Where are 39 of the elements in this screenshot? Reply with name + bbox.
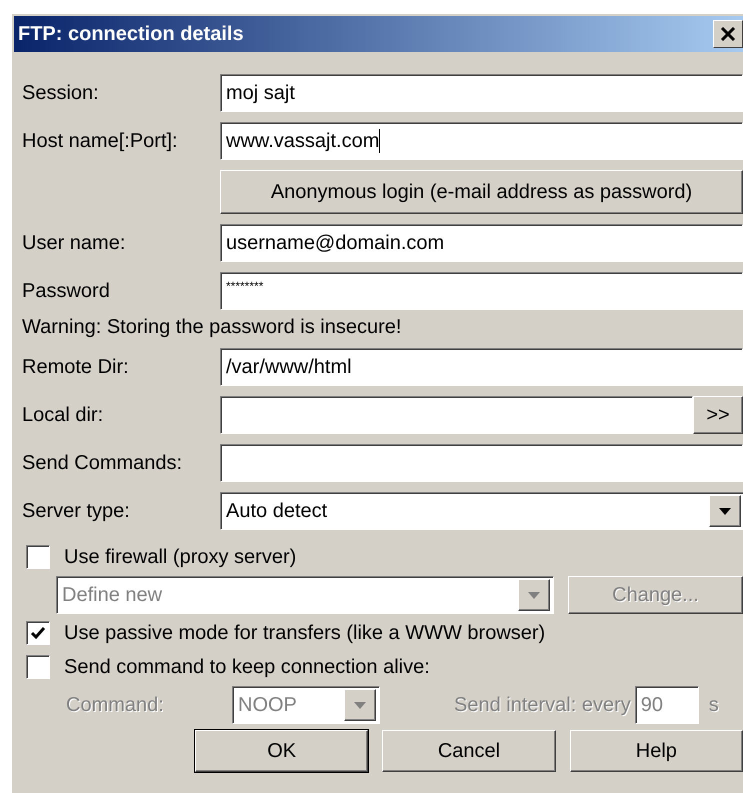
field-label: Remote Dir: [22,356,130,378]
checkbox-label: Use passive mode for transfers (like a WWW browser) [64,622,546,644]
input-field[interactable]: /var/www/html [220,348,743,386]
checkmark-icon [31,627,45,639]
dropdown-arrow-icon [354,702,366,708]
window-title: FTP: connection details [18,22,244,46]
anonymous-login-button[interactable]: Anonymous login (e-mail address as password) [220,170,743,214]
interval-label: Send interval: every [454,694,631,716]
input-field[interactable] [220,396,693,434]
field-label: Server type: [22,500,131,522]
close-button[interactable] [713,20,743,48]
dropdown-button[interactable] [518,579,550,611]
command-label: Command: [66,694,165,716]
dropdown-button[interactable] [709,495,741,527]
field-label: Send Commands: [22,452,184,474]
input-field[interactable] [220,444,743,482]
unit-label: s [708,694,719,716]
password-field[interactable]: ******** [220,272,743,310]
field-label: Local dir: [22,404,104,426]
checkbox-label: Use firewall (proxy server) [64,546,296,568]
dropdown-arrow-icon [719,508,731,514]
field-label: Session: [22,82,100,104]
field-label: Password [22,280,111,302]
server-type-dropdown[interactable]: Auto detect [220,492,743,530]
warning-text: Warning: Storing the password is insecure! [22,316,402,338]
close-icon [720,27,736,41]
input-field[interactable]: moj sajt [220,74,743,112]
field-label: Host name[:Port]: [22,130,179,152]
input-field[interactable]: username@domain.com [220,224,743,262]
checkbox[interactable] [26,621,50,645]
dialog-button[interactable]: OK [195,730,368,772]
browse-button[interactable]: >> [693,396,743,434]
checkbox-label: Send command to keep connection alive: [64,656,430,678]
dialog-button[interactable]: Help [570,730,743,772]
dropdown-arrow-icon [528,592,540,598]
dropdown-button[interactable] [344,689,376,721]
field-label: User name: [22,232,126,254]
dialog-button[interactable]: Cancel [382,730,556,772]
input-field[interactable]: www.vassajt.com [220,122,743,160]
